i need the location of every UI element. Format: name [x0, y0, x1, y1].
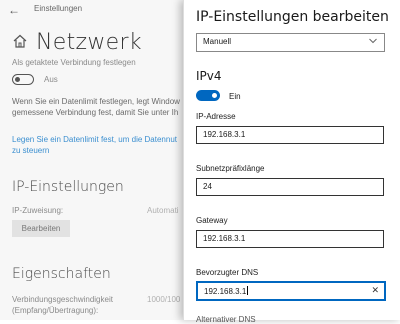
connection-speed-label-line-1: Verbindungsgeschwindigkeit — [12, 295, 113, 304]
preferred-dns-text: 192.168.3.1 — [204, 286, 249, 296]
gateway-label: Gateway — [196, 216, 228, 225]
gateway-value: 192.168.3.1 — [203, 234, 246, 243]
data-limit-text-line-1: Wenn Sie ein Datenlimit festlegen, legt … — [12, 97, 180, 106]
subnet-prefix-input[interactable]: 24 — [196, 178, 384, 196]
ip-assignment-label: IP-Zuweisung: — [12, 206, 64, 215]
subnet-prefix-label: Subnetzpräfixlänge — [196, 164, 265, 173]
clear-icon[interactable]: ✕ — [371, 285, 379, 296]
ipv4-toggle-state: Ein — [229, 92, 241, 101]
preferred-dns-value: 192.168.3.1 — [204, 287, 247, 296]
preferred-dns-label: Bevorzugter DNS — [196, 268, 259, 277]
edit-button[interactable]: Bearbeiten — [12, 220, 70, 237]
metered-toggle-state: Aus — [44, 75, 58, 84]
metered-connection-label: Als getaktete Verbindung festlegen — [12, 58, 136, 67]
metered-connection-toggle[interactable] — [12, 74, 34, 85]
toggle-knob — [15, 77, 20, 82]
preferred-dns-input[interactable]: 192.168.3.1 ✕ — [196, 281, 386, 301]
ip-mode-select[interactable]: Manuell — [196, 33, 385, 52]
ipv4-toggle[interactable] — [196, 90, 220, 101]
back-arrow-icon[interactable]: ← — [8, 3, 20, 17]
connection-speed-label-line-2: (Empfang/Übertragung): — [12, 306, 99, 315]
dialog-title: IP-Einstellungen bearbeiten — [196, 9, 389, 25]
page-title: Netzwerk — [36, 30, 142, 55]
text-caret — [247, 286, 249, 295]
toggle-knob — [212, 93, 217, 98]
gateway-input[interactable]: 192.168.3.1 — [196, 230, 384, 248]
ip-mode-value: Manuell — [203, 37, 232, 46]
chevron-down-icon — [369, 38, 377, 44]
ip-address-input[interactable]: 192.168.3.1 — [196, 126, 384, 144]
ip-assignment-value: Automati — [147, 206, 179, 215]
connection-speed-value: 1000/100 — [147, 295, 181, 304]
ipv4-heading: IPv4 — [196, 69, 222, 83]
ip-address-value: 192.168.3.1 — [203, 130, 246, 139]
ip-settings-heading: IP-Einstellungen — [12, 179, 124, 195]
subnet-prefix-value: 24 — [203, 182, 212, 191]
data-limit-text-line-2: gemessene Verbindung fest, damit Sie unt… — [12, 108, 179, 117]
properties-heading: Eigenschaften — [12, 266, 111, 282]
ip-address-label: IP-Adresse — [196, 112, 236, 121]
data-limit-link-line-2[interactable]: zu steuern — [12, 145, 49, 156]
home-icon — [13, 34, 27, 48]
data-limit-link-line-1[interactable]: Legen Sie ein Datenlimit fest, um die Da… — [12, 134, 177, 145]
window-title: Einstellungen — [34, 4, 83, 13]
